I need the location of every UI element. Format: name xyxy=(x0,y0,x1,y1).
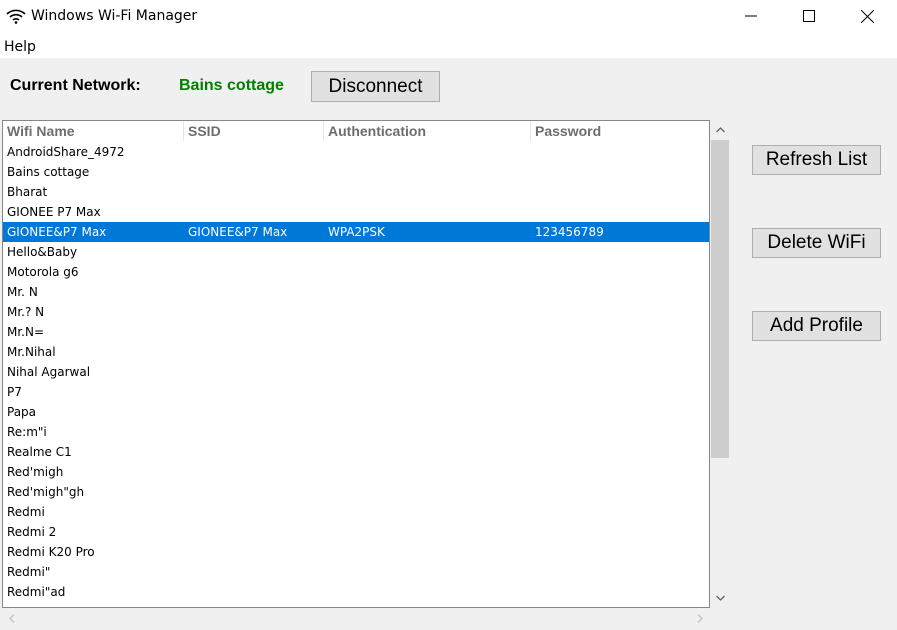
menu-help[interactable]: Help xyxy=(4,39,36,55)
table-row[interactable]: AndroidShare_4972 xyxy=(3,142,709,162)
close-icon xyxy=(860,9,874,23)
cell-wifi-name: Mr.Nihal xyxy=(7,345,56,359)
list-header: Wifi Name SSID Authentication Password xyxy=(3,121,709,141)
cell-wifi-name: Bains cottage xyxy=(7,165,90,179)
table-row[interactable]: GIONEE P7 Max xyxy=(3,202,709,222)
table-row[interactable]: P7 xyxy=(3,382,709,402)
cell-wifi-name: Nihal Agarwal xyxy=(7,365,91,379)
cell-password: 123456789 xyxy=(535,225,604,239)
scroll-thumb[interactable] xyxy=(711,140,729,458)
column-header-password[interactable]: Password xyxy=(531,121,709,141)
client-area: Current Network: Bains cottage Disconnec… xyxy=(0,58,897,630)
cell-wifi-name: Mr.? N xyxy=(7,305,45,319)
list-rows: AndroidShare_4972 Bains cottage Bharat GION… xyxy=(3,142,709,602)
table-row[interactable]: Bharat xyxy=(3,182,709,202)
cell-wifi-name: Redmi 2 xyxy=(7,525,57,539)
table-row[interactable]: Papa xyxy=(3,402,709,422)
cell-wifi-name: Mr.N= xyxy=(7,325,45,339)
column-header-authentication[interactable]: Authentication xyxy=(324,121,531,141)
cell-wifi-name: Redmi K20 Pro xyxy=(7,545,95,559)
minimize-button[interactable] xyxy=(722,0,780,32)
cell-wifi-name: Redmi"ad xyxy=(7,585,66,599)
chevron-down-icon xyxy=(715,595,725,601)
current-network-label: Current Network: xyxy=(10,77,141,94)
chevron-left-icon xyxy=(9,614,15,623)
cell-wifi-name: Redmi xyxy=(7,505,45,519)
cell-wifi-name: Hello&Baby xyxy=(7,245,78,259)
table-row[interactable]: Mr. N xyxy=(3,282,709,302)
scroll-right-button[interactable] xyxy=(690,609,710,628)
maximize-button[interactable] xyxy=(780,0,838,32)
table-row-selected[interactable]: GIONEE&P7 Max GIONEE&P7 Max WPA2PSK 1234567… xyxy=(3,222,709,242)
refresh-list-button[interactable]: Refresh List xyxy=(752,145,881,175)
cell-ssid: GIONEE&P7 Max xyxy=(188,225,288,239)
table-row[interactable]: Nihal Agarwal xyxy=(3,362,709,382)
cell-wifi-name: Realme C1 xyxy=(7,445,72,459)
table-row[interactable]: Red'migh"gh xyxy=(3,482,709,502)
table-row[interactable]: Hello&Baby xyxy=(3,242,709,262)
table-row[interactable]: Motorola g6 xyxy=(3,262,709,282)
scroll-down-button[interactable] xyxy=(710,588,730,608)
close-button[interactable] xyxy=(838,0,896,32)
table-row[interactable]: Redmi 2 xyxy=(3,522,709,542)
scroll-up-button[interactable] xyxy=(710,120,730,140)
wifi-list[interactable]: Wifi Name SSID Authentication Password A… xyxy=(2,120,710,608)
menu-bar: Help xyxy=(0,36,897,58)
cell-wifi-name: GIONEE&P7 Max xyxy=(7,225,107,239)
column-header-wifi-name[interactable]: Wifi Name xyxy=(3,121,184,141)
window-title: Windows Wi-Fi Manager xyxy=(31,8,198,24)
table-row[interactable]: Redmi xyxy=(3,502,709,522)
cell-wifi-name: GIONEE P7 Max xyxy=(7,205,101,219)
cell-wifi-name: Red'migh xyxy=(7,465,64,479)
cell-authentication: WPA2PSK xyxy=(328,225,385,239)
wifi-icon xyxy=(6,9,26,24)
vertical-scrollbar[interactable] xyxy=(710,120,730,608)
table-row[interactable]: Redmi"ad xyxy=(3,582,709,602)
table-row[interactable]: Mr.N= xyxy=(3,322,709,342)
table-row[interactable]: Re:m"i xyxy=(3,422,709,442)
cell-wifi-name: Re:m"i xyxy=(7,425,47,439)
cell-wifi-name: AndroidShare_4972 xyxy=(7,145,125,159)
column-header-ssid[interactable]: SSID xyxy=(184,121,324,141)
table-row[interactable]: Redmi K20 Pro xyxy=(3,542,709,562)
cell-wifi-name: Bharat xyxy=(7,185,48,199)
table-row[interactable]: Bains cottage xyxy=(3,162,709,182)
title-bar: Windows Wi-Fi Manager xyxy=(0,0,897,34)
delete-wifi-button[interactable]: Delete WiFi xyxy=(752,228,881,258)
cell-wifi-name: Red'migh"gh xyxy=(7,485,85,499)
add-profile-button[interactable]: Add Profile xyxy=(752,311,881,341)
cell-wifi-name: Redmi" xyxy=(7,565,51,579)
cell-wifi-name: Papa xyxy=(7,405,37,419)
maximize-icon xyxy=(803,10,815,22)
current-network-value: Bains cottage xyxy=(179,77,284,94)
horizontal-scrollbar[interactable] xyxy=(2,609,710,628)
cell-wifi-name: Mr. N xyxy=(7,285,38,299)
cell-wifi-name: Motorola g6 xyxy=(7,265,79,279)
scroll-left-button[interactable] xyxy=(2,609,22,628)
minimize-icon xyxy=(745,15,757,17)
chevron-up-icon xyxy=(715,127,725,133)
table-row[interactable]: Realme C1 xyxy=(3,442,709,462)
cell-wifi-name: P7 xyxy=(7,385,22,399)
chevron-right-icon xyxy=(697,614,703,623)
table-row[interactable]: Mr.? N xyxy=(3,302,709,322)
table-row[interactable]: Red'migh xyxy=(3,462,709,482)
table-row[interactable]: Redmi" xyxy=(3,562,709,582)
table-row[interactable]: Mr.Nihal xyxy=(3,342,709,362)
disconnect-button[interactable]: Disconnect xyxy=(311,71,440,102)
